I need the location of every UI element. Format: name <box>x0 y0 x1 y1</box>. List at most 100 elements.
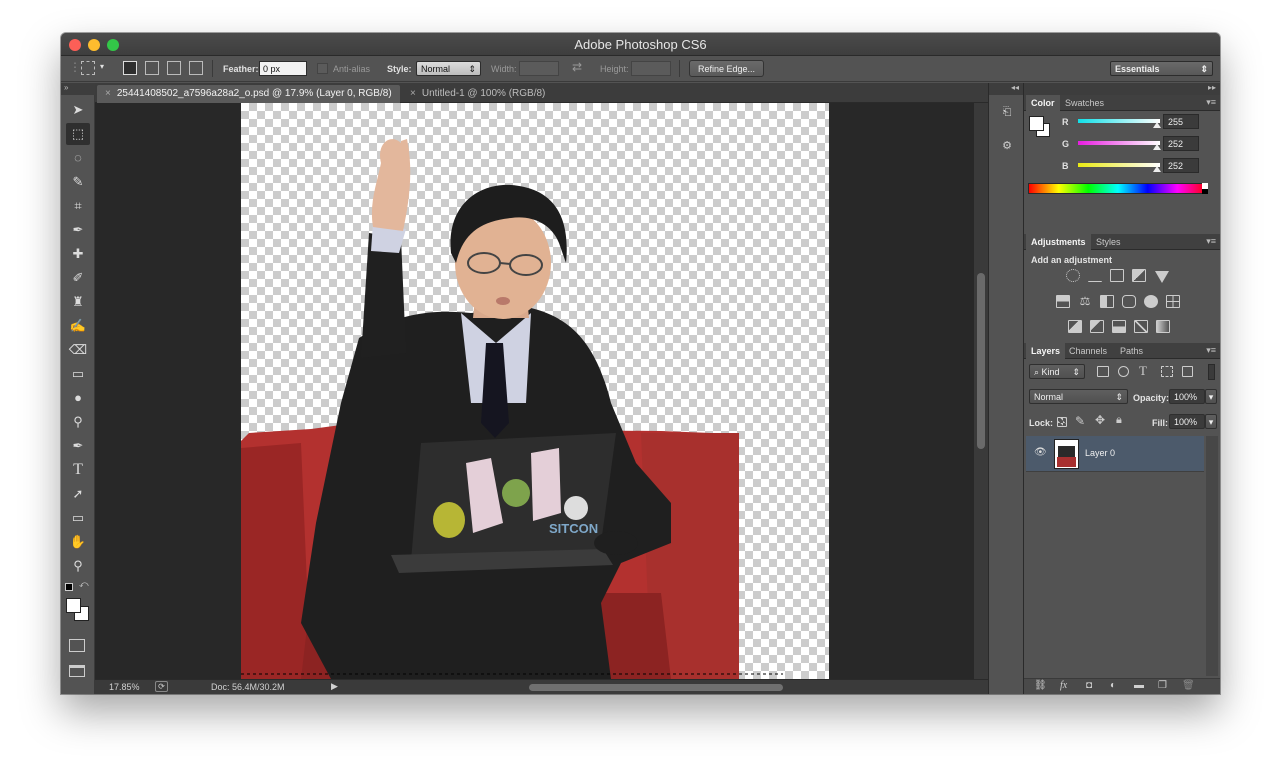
intersect-selection-icon[interactable] <box>189 61 203 75</box>
swap-dimensions-icon[interactable]: ⇄ <box>572 60 582 74</box>
properties-panel-icon[interactable]: ⚙ <box>998 137 1016 155</box>
clone-stamp-tool-icon[interactable]: ♜ <box>66 291 90 313</box>
link-layers-icon[interactable]: ⛓ <box>1034 680 1047 691</box>
opacity-input[interactable]: 100% <box>1169 389 1205 404</box>
spectrum-black-swatch[interactable] <box>1202 189 1208 194</box>
width-input[interactable] <box>519 61 559 76</box>
zoom-level[interactable]: 17.85% <box>109 682 140 692</box>
layer-name[interactable]: Layer 0 <box>1085 448 1115 458</box>
eraser-tool-icon[interactable]: ⌫ <box>66 339 90 361</box>
filter-adjustment-layer-icon[interactable] <box>1118 366 1129 377</box>
vertical-scrollbar[interactable] <box>974 103 988 679</box>
filter-pixel-layer-icon[interactable] <box>1097 366 1109 377</box>
pen-tool-icon[interactable]: ✒ <box>66 435 90 457</box>
blue-slider-knob[interactable] <box>1153 166 1161 172</box>
swap-colors-icon[interactable]: ⤺ <box>79 579 89 590</box>
marquee-preset-icon[interactable] <box>81 61 95 75</box>
eye-icon[interactable]: 👁︎ <box>1034 447 1047 458</box>
feather-input[interactable]: 0 px <box>259 61 307 76</box>
tab-adjustments[interactable]: Adjustments <box>1026 234 1091 250</box>
black-white-icon[interactable] <box>1100 295 1114 308</box>
subtract-from-selection-icon[interactable] <box>167 61 181 75</box>
levels-icon[interactable] <box>1088 269 1102 282</box>
layer-filter-select[interactable]: ⌕ Kind ⇕ <box>1029 364 1085 379</box>
tab-layers[interactable]: Layers <box>1026 343 1066 359</box>
anti-alias-checkbox[interactable] <box>317 63 328 74</box>
path-selection-tool-icon[interactable]: ➚ <box>66 483 90 505</box>
red-value-input[interactable]: 255 <box>1163 114 1199 129</box>
new-selection-icon[interactable] <box>123 61 137 75</box>
photo-filter-icon[interactable] <box>1122 295 1136 308</box>
layer-row[interactable]: 👁︎ Layer 0 <box>1026 436 1204 472</box>
canvas-area[interactable]: SITCON <box>95 103 974 679</box>
blue-slider[interactable] <box>1078 163 1160 167</box>
dodge-tool-icon[interactable]: ⚲ <box>66 411 90 433</box>
filter-toggle-switch[interactable] <box>1208 364 1215 380</box>
add-to-selection-icon[interactable] <box>145 61 159 75</box>
opacity-dropdown-icon[interactable]: ▾ <box>1205 389 1217 404</box>
panel-menu-icon[interactable]: ▾≡ <box>1206 236 1216 247</box>
lock-position-icon[interactable]: ✥ <box>1095 413 1105 427</box>
eyedropper-tool-icon[interactable]: ✒ <box>66 219 90 241</box>
panel-menu-icon[interactable]: ▾≡ <box>1206 97 1216 108</box>
status-menu-arrow-icon[interactable]: ▶ <box>331 681 338 692</box>
close-icon[interactable]: × <box>410 88 416 99</box>
filter-type-layer-icon[interactable]: T <box>1139 363 1147 379</box>
selective-color-icon[interactable] <box>1134 320 1148 333</box>
color-balance-icon[interactable]: ⚖ <box>1078 295 1092 308</box>
layers-scrollbar[interactable] <box>1206 436 1218 676</box>
color-spectrum-bar[interactable] <box>1028 183 1208 194</box>
fill-dropdown-icon[interactable]: ▾ <box>1205 414 1217 429</box>
red-slider-knob[interactable] <box>1153 122 1161 128</box>
layer-style-icon[interactable]: fx <box>1060 680 1067 691</box>
exposure-icon[interactable] <box>1132 269 1146 282</box>
expand-panels-icon[interactable]: ▸▸ <box>1024 83 1220 95</box>
document-canvas[interactable]: SITCON <box>241 103 829 679</box>
threshold-icon[interactable] <box>1112 320 1126 333</box>
channel-mixer-icon[interactable] <box>1144 295 1158 308</box>
hand-tool-icon[interactable]: ✋ <box>66 531 90 553</box>
delete-layer-icon[interactable]: 🗑︎ <box>1182 680 1195 691</box>
brightness-contrast-icon[interactable] <box>1066 269 1080 282</box>
close-icon[interactable]: × <box>105 88 111 99</box>
height-input[interactable] <box>631 61 671 76</box>
panel-menu-icon[interactable]: ▾≡ <box>1206 345 1216 356</box>
tab-styles[interactable]: Styles <box>1091 234 1126 250</box>
collapse-icon[interactable]: ◂◂ <box>989 83 1023 95</box>
spot-healing-tool-icon[interactable]: ✚ <box>66 243 90 265</box>
tab-document-psd[interactable]: × 25441408502_a7596a28a2_o.psd @ 17.9% (L… <box>97 85 400 103</box>
style-select[interactable]: Normal ⇕ <box>416 61 481 76</box>
gradient-tool-icon[interactable]: ▭ <box>66 363 90 385</box>
green-slider-knob[interactable] <box>1153 144 1161 150</box>
red-slider[interactable] <box>1078 119 1160 123</box>
add-mask-icon[interactable]: ◘ <box>1086 680 1092 691</box>
share-icon[interactable]: ⟳ <box>155 681 168 692</box>
brush-tool-icon[interactable]: ✐ <box>66 267 90 289</box>
invert-icon[interactable] <box>1068 320 1082 333</box>
tab-document-untitled[interactable]: × Untitled-1 @ 100% (RGB/8) <box>402 85 553 103</box>
curves-icon[interactable] <box>1110 269 1124 282</box>
quick-mask-icon[interactable] <box>69 639 85 652</box>
screen-mode-icon[interactable] <box>69 665 85 677</box>
posterize-icon[interactable] <box>1090 320 1104 333</box>
blend-mode-select[interactable]: Normal ⇕ <box>1029 389 1128 404</box>
chevron-down-icon[interactable]: ▾ <box>100 62 104 71</box>
green-slider[interactable] <box>1078 141 1160 145</box>
filter-smart-object-icon[interactable] <box>1182 366 1193 377</box>
history-panel-icon[interactable]: ⎗ <box>998 103 1016 121</box>
tab-color[interactable]: Color <box>1026 95 1060 111</box>
blue-value-input[interactable]: 252 <box>1163 158 1199 173</box>
tab-channels[interactable]: Channels <box>1064 343 1112 359</box>
lock-all-icon[interactable]: 🔒︎ <box>1116 414 1122 427</box>
crop-tool-icon[interactable]: ⌗ <box>66 195 90 217</box>
foreground-color-swatch[interactable] <box>1029 116 1044 131</box>
rectangle-tool-icon[interactable]: ▭ <box>66 507 90 529</box>
lock-transparency-icon[interactable] <box>1057 417 1067 427</box>
vertical-scroll-thumb[interactable] <box>977 273 985 449</box>
refine-edge-button[interactable]: Refine Edge... <box>689 60 765 77</box>
zoom-tool-icon[interactable]: ⚲ <box>66 555 90 577</box>
expand-tools-icon[interactable]: » <box>61 83 95 95</box>
foreground-color-swatch[interactable] <box>66 598 81 613</box>
workspace-select[interactable]: Essentials ⇕ <box>1110 61 1213 76</box>
tab-paths[interactable]: Paths <box>1115 343 1148 359</box>
